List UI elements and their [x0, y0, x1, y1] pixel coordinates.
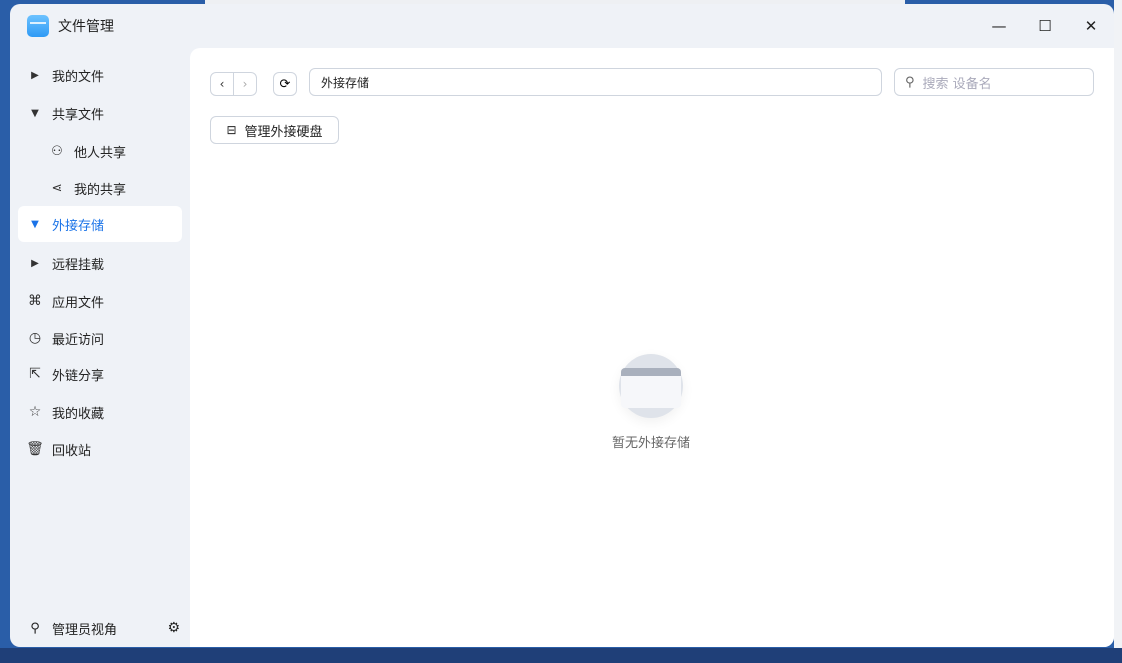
- sidebar-item-remote-mount[interactable]: ▶ 远程挂载: [18, 245, 182, 281]
- manage-label: 管理外接硬盘: [244, 124, 323, 140]
- refresh-button[interactable]: ⟳: [273, 72, 297, 96]
- path-bar[interactable]: 外接存储: [309, 68, 882, 96]
- sidebar-item-recent[interactable]: ◷ 最近访问: [18, 320, 182, 356]
- close-button[interactable]: ✕: [1068, 4, 1114, 48]
- sidebar-item-app-files[interactable]: ⌘ 应用文件: [18, 283, 182, 319]
- main-content: ‹ › ⟳ 外接存储 ⚲ 搜索 设备名 ⊟ 管理外接硬盘 暂无外接存储: [190, 48, 1114, 647]
- sidebar-item-label: 回收站: [52, 443, 92, 459]
- empty-text: 暂无外接存储: [611, 436, 690, 451]
- manage-external-disk-button[interactable]: ⊟ 管理外接硬盘: [210, 116, 339, 144]
- apps-icon: ⌘: [28, 293, 42, 309]
- sidebar-item-label: 最近访问: [52, 332, 105, 348]
- caret-right-icon: ▶: [31, 69, 39, 81]
- sidebar-item-shared-files[interactable]: ▼ 共享文件: [18, 95, 182, 131]
- sidebar: ▶ 我的文件 ▼ 共享文件 ⚇ 他人共享 ⋖ 我的共享 ▼ 外接存储 ▶ 远程挂载 ⌘ 应用文…: [10, 48, 190, 647]
- desktop-background: [1114, 0, 1122, 663]
- sidebar-item-label: 共享文件: [52, 107, 105, 123]
- sidebar-item-external-storage[interactable]: ▼ 外接存储: [18, 206, 182, 242]
- title-bar: 文件管理 — ☐ ✕: [10, 4, 1114, 48]
- caret-right-icon: ▶: [31, 257, 39, 269]
- search-input[interactable]: ⚲ 搜索 设备名: [894, 68, 1094, 96]
- star-icon: ☆: [28, 404, 42, 420]
- sidebar-item-label: 外接存储: [52, 218, 105, 234]
- search-icon: ⚲: [905, 74, 915, 90]
- minimize-button[interactable]: —: [976, 4, 1022, 48]
- sidebar-item-my-files[interactable]: ▶ 我的文件: [18, 57, 182, 93]
- sidebar-item-label: 我的收藏: [52, 406, 105, 422]
- share-icon: ⋖: [51, 180, 63, 196]
- sidebar-item-label: 外链分享: [52, 368, 105, 384]
- window-title: 文件管理: [58, 19, 114, 35]
- sidebar-item-label: 远程挂载: [52, 257, 105, 273]
- sidebar-item-label: 我的共享: [74, 182, 127, 198]
- empty-state: 暂无外接存储: [601, 354, 701, 451]
- users-icon: ⚇: [51, 143, 63, 159]
- maximize-button[interactable]: ☐: [1022, 4, 1068, 48]
- file-manager-window: 文件管理 — ☐ ✕ ▶ 我的文件 ▼ 共享文件 ⚇ 他人共享 ⋖ 我的共享 ▼ 外接存储…: [10, 4, 1114, 647]
- empty-folder-illustration: [619, 354, 683, 418]
- drive-icon: ⊟: [226, 123, 237, 137]
- gear-icon[interactable]: ⚙: [167, 620, 180, 636]
- admin-view-label: 管理员视角: [52, 622, 118, 638]
- sidebar-item-shared-with-me[interactable]: ⚇ 他人共享: [18, 133, 182, 169]
- external-share-icon: ⇱: [29, 366, 41, 382]
- admin-view[interactable]: ⚲ 管理员视角 ⚙: [18, 613, 182, 643]
- sidebar-item-trash[interactable]: 🗑 回收站: [18, 431, 182, 467]
- sidebar-item-my-shares[interactable]: ⋖ 我的共享: [18, 170, 182, 206]
- clock-icon: ◷: [28, 330, 42, 346]
- app-folder-icon: [27, 15, 49, 37]
- sidebar-item-label: 他人共享: [74, 145, 127, 161]
- caret-down-icon: ▼: [31, 107, 39, 119]
- forward-button[interactable]: ›: [233, 73, 256, 95]
- search-placeholder: 搜索 设备名: [922, 76, 992, 92]
- user-icon: ⚲: [30, 620, 40, 636]
- sidebar-item-favorites[interactable]: ☆ 我的收藏: [18, 394, 182, 430]
- nav-buttons: ‹ ›: [210, 72, 257, 96]
- back-button[interactable]: ‹: [211, 73, 233, 95]
- caret-down-icon: ▼: [31, 218, 39, 230]
- sidebar-item-link-share[interactable]: ⇱ 外链分享: [18, 356, 182, 392]
- trash-icon: 🗑: [26, 441, 44, 457]
- taskbar: [0, 648, 1122, 663]
- sidebar-item-label: 应用文件: [52, 295, 105, 311]
- sidebar-item-label: 我的文件: [52, 69, 105, 85]
